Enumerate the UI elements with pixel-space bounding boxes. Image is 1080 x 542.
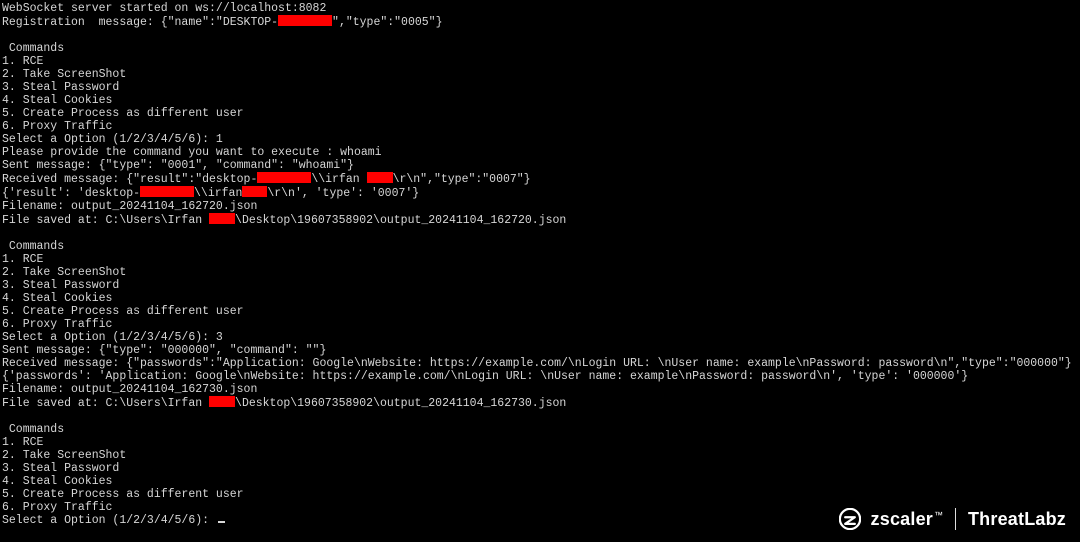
- terminal-line: 5. Create Process as different user: [2, 488, 1078, 501]
- terminal-text: 6. Proxy Traffic: [2, 120, 112, 133]
- terminal-line: {'result': 'desktop- \\irfan \r\n', 'type'…: [2, 186, 1078, 200]
- terminal-line: Received message: {"result":"desktop- \\i…: [2, 172, 1078, 186]
- terminal-text: 1. RCE: [2, 55, 43, 68]
- terminal-line: Commands: [2, 42, 1078, 55]
- terminal-text: Sent message: {"type": "000000", "comman…: [2, 344, 326, 357]
- terminal-text: Commands: [2, 42, 64, 55]
- terminal-text: Select a Option (1/2/3/4/5/6): 3: [2, 331, 223, 344]
- terminal-line: 5. Create Process as different user: [2, 107, 1078, 120]
- terminal-text: \\irfan: [311, 173, 366, 186]
- terminal-text: {'passwords': 'Application: Google\nWebs…: [2, 370, 968, 383]
- terminal-text: 4. Steal Cookies: [2, 475, 112, 488]
- terminal-text: Commands: [2, 240, 64, 253]
- redaction-block: [367, 172, 393, 183]
- terminal-line: 3. Steal Password: [2, 81, 1078, 94]
- terminal-text: ","type":"0005"}: [332, 16, 442, 29]
- terminal-text: \Desktop\19607358902\output_20241104_162…: [235, 214, 566, 227]
- terminal-text: 1. RCE: [2, 253, 43, 266]
- terminal-text: Filename: output_20241104_162720.json: [2, 200, 257, 213]
- terminal-line: 2. Take ScreenShot: [2, 266, 1078, 279]
- divider: [955, 508, 956, 530]
- terminal-text: \\irfan: [194, 187, 242, 200]
- terminal-text: 3. Steal Password: [2, 279, 119, 292]
- terminal-line: File saved at: C:\Users\Irfan \Desktop\1…: [2, 396, 1078, 410]
- terminal-line: WebSocket server started on ws://localho…: [2, 2, 1078, 15]
- terminal-line: [2, 29, 1078, 42]
- zscaler-brand-text: zscaler™: [871, 509, 943, 530]
- terminal-text: Select a Option (1/2/3/4/5/6): 1: [2, 133, 223, 146]
- terminal-line: [2, 227, 1078, 240]
- terminal-line: 4. Steal Cookies: [2, 292, 1078, 305]
- terminal-text: Sent message: {"type": "0001", "command"…: [2, 159, 354, 172]
- terminal-line: 5. Create Process as different user: [2, 305, 1078, 318]
- watermark: zscaler™ ThreatLabz: [839, 508, 1066, 530]
- terminal-line: Sent message: {"type": "0001", "command"…: [2, 159, 1078, 172]
- terminal-line: Filename: output_20241104_162730.json: [2, 383, 1078, 396]
- terminal-text: Select a Option (1/2/3/4/5/6):: [2, 514, 216, 527]
- terminal-text: 2. Take ScreenShot: [2, 68, 126, 81]
- terminal-text: 6. Proxy Traffic: [2, 501, 112, 514]
- terminal-text: \r\n","type":"0007"}: [393, 173, 531, 186]
- terminal-line: Sent message: {"type": "000000", "comman…: [2, 344, 1078, 357]
- terminal-text: 5. Create Process as different user: [2, 107, 244, 120]
- terminal-line: 6. Proxy Traffic: [2, 120, 1078, 133]
- redaction-block: [278, 15, 332, 26]
- terminal-line: Commands: [2, 423, 1078, 436]
- terminal-text: Registration message: {"name":"DESKTOP-: [2, 16, 278, 29]
- terminal-line: 1. RCE: [2, 436, 1078, 449]
- terminal-line: 3. Steal Password: [2, 462, 1078, 475]
- terminal-text: \r\n', 'type': '0007'}: [267, 187, 419, 200]
- terminal-line: Filename: output_20241104_162720.json: [2, 200, 1078, 213]
- terminal-text: WebSocket server started on ws://localho…: [2, 2, 326, 15]
- terminal-line: 3. Steal Password: [2, 279, 1078, 292]
- terminal-line: Please provide the command you want to e…: [2, 146, 1078, 159]
- terminal-text: 5. Create Process as different user: [2, 488, 244, 501]
- terminal-text: \Desktop\19607358902\output_20241104_162…: [235, 397, 566, 410]
- terminal-text: Received message: {"result":"desktop-: [2, 173, 257, 186]
- terminal-text: Please provide the command you want to e…: [2, 146, 382, 159]
- terminal-cursor[interactable]: [218, 521, 225, 523]
- terminal-line: 6. Proxy Traffic: [2, 318, 1078, 331]
- redaction-block: [209, 213, 235, 224]
- terminal-line: [2, 410, 1078, 423]
- terminal-line: 4. Steal Cookies: [2, 475, 1078, 488]
- zscaler-logo-icon: [839, 508, 861, 530]
- terminal-text: Received message: {"passwords":"Applicat…: [2, 357, 1072, 370]
- terminal-line: Commands: [2, 240, 1078, 253]
- terminal-text: File saved at: C:\Users\Irfan: [2, 397, 209, 410]
- terminal-text: {'result': 'desktop-: [2, 187, 140, 200]
- redaction-block: [257, 172, 311, 183]
- terminal-line: 2. Take ScreenShot: [2, 449, 1078, 462]
- terminal-text: 6. Proxy Traffic: [2, 318, 112, 331]
- terminal-line: 2. Take ScreenShot: [2, 68, 1078, 81]
- terminal-text: 5. Create Process as different user: [2, 305, 244, 318]
- terminal-line: {'passwords': 'Application: Google\nWebs…: [2, 370, 1078, 383]
- threatlabz-text: ThreatLabz: [968, 509, 1066, 530]
- redaction-block: [242, 186, 267, 197]
- terminal-line: 1. RCE: [2, 55, 1078, 68]
- terminal-line: Select a Option (1/2/3/4/5/6): 1: [2, 133, 1078, 146]
- terminal-text: Filename: output_20241104_162730.json: [2, 383, 257, 396]
- terminal-text: 2. Take ScreenShot: [2, 266, 126, 279]
- redaction-block: [209, 396, 235, 407]
- terminal-text: Commands: [2, 423, 64, 436]
- terminal-text: 1. RCE: [2, 436, 43, 449]
- terminal-line: Select a Option (1/2/3/4/5/6): 3: [2, 331, 1078, 344]
- terminal-output: WebSocket server started on ws://localho…: [0, 0, 1080, 529]
- terminal-line: 1. RCE: [2, 253, 1078, 266]
- terminal-text: 4. Steal Cookies: [2, 94, 112, 107]
- terminal-line: 4. Steal Cookies: [2, 94, 1078, 107]
- terminal-line: Registration message: {"name":"DESKTOP- "…: [2, 15, 1078, 29]
- terminal-line: File saved at: C:\Users\Irfan \Desktop\1…: [2, 213, 1078, 227]
- terminal-text: 4. Steal Cookies: [2, 292, 112, 305]
- redaction-block: [140, 186, 194, 197]
- terminal-text: 2. Take ScreenShot: [2, 449, 126, 462]
- terminal-text: 3. Steal Password: [2, 462, 119, 475]
- terminal-line: Received message: {"passwords":"Applicat…: [2, 357, 1078, 370]
- terminal-text: File saved at: C:\Users\Irfan: [2, 214, 209, 227]
- terminal-text: 3. Steal Password: [2, 81, 119, 94]
